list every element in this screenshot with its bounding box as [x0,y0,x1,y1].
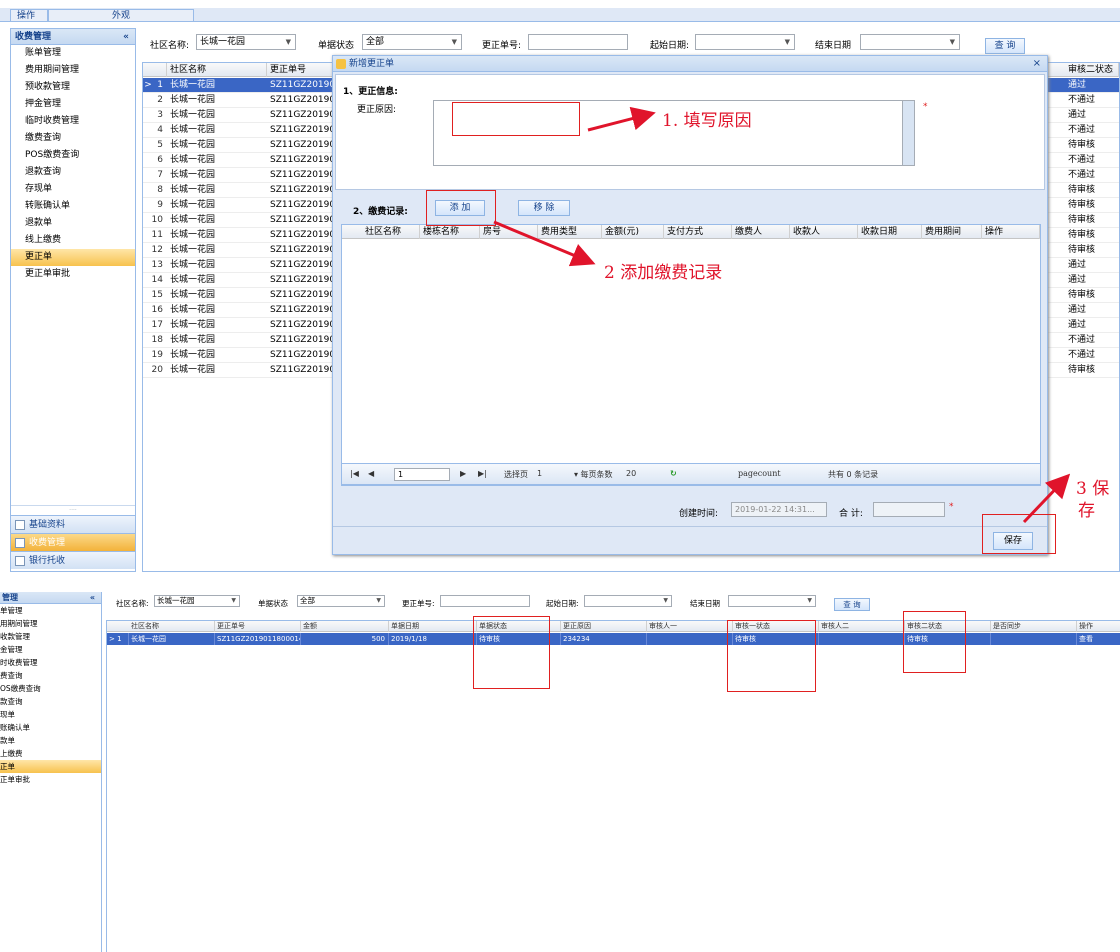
bottom-start-input[interactable]: ▼ [584,595,672,607]
community-value: 长城一花园 [157,596,195,605]
bottom-community-label: 社区名称: [116,599,149,608]
bottom-community-select[interactable]: 长城一花园 ▼ [154,595,240,607]
bottom-start-label: 起始日期: [546,599,579,608]
cell-sync [991,633,1077,645]
cell-action[interactable]: 查看 [1077,633,1120,645]
cell-reason: 234234 [561,633,647,645]
annotation-box-review2 [903,611,966,673]
chevron-down-icon: ▼ [807,597,812,604]
cell-date: 2019/1/18 [389,633,477,645]
chevron-down-icon: ▼ [231,597,236,604]
sidebar-item[interactable]: 单管理 [0,604,101,617]
sidebar-item[interactable]: 金管理 [0,643,101,656]
table-row[interactable]: > 1 长城一花园 SZ11GZ2019011800014 500 2019/1/18 待… [107,633,1120,645]
cell-number: SZ11GZ2019011800014 [217,633,301,645]
chevron-down-icon: ▼ [376,597,381,604]
bottom-header-cell[interactable]: 是否同步 [991,621,1077,632]
annotation-box-review1 [727,620,816,692]
sidebar-item[interactable]: 费查询 [0,669,101,682]
bottom-query-button[interactable]: 查 询 [834,598,870,611]
sidebar-item[interactable]: OS缴费查询 [0,682,101,695]
bottom-correction-grid: 社区名称 更正单号 金额 单据日期 单据状态 更正原因 审核人一 审核一状态 审核人二 审核二状态… [106,620,1120,952]
cell-amount: 500 [301,633,389,645]
top-screenshot: 操作 外观 收费管理 « 账单管理 费用期间管理 预收款管理 押金管理 临时收费管理 缴费… [0,0,1120,572]
bottom-screenshot: 管理 « 单管理 用期间管理 收款管理 金管理 时收费管理 费查询 OS缴费查询 款查询 现单账… [0,582,1120,952]
bottom-status-label: 单据状态 [258,599,288,608]
bottom-header-cell[interactable]: 更正原因 [561,621,647,632]
sidebar-item[interactable]: 正单审批 [0,773,101,786]
annotation-arrows [493,106,1071,524]
bottom-header-cell[interactable]: 审核人一 [647,621,733,632]
bottom-number-label: 更正单号: [402,599,435,608]
bottom-end-input[interactable]: ▼ [728,595,816,607]
collapse-icon[interactable]: « [90,592,95,604]
bottom-header-cell[interactable]: 金额 [301,621,389,632]
bottom-number-input[interactable] [440,595,530,607]
bottom-header-cell[interactable]: 更正单号 [215,621,301,632]
sidebar-item[interactable]: 用期间管理 [0,617,101,630]
bottom-sidebar: 管理 « 单管理 用期间管理 收款管理 金管理 时收费管理 费查询 OS缴费查询 款查询 现单账… [0,592,102,952]
sidebar-item[interactable]: 上缴费 [0,747,101,760]
cell-community: 长城一花园 [129,633,215,645]
annotation-step2: 2 添加缴费记录 [604,263,723,283]
annotation-step3-line2: 存 [1078,501,1095,521]
sidebar-item[interactable]: 款查询 [0,695,101,708]
sidebar-item[interactable]: 正单 [0,760,101,773]
chevron-down-icon: ▼ [663,597,668,604]
cell-reviewer2 [819,633,905,645]
bottom-header-cell[interactable]: 单据日期 [389,621,477,632]
annotation-box-status [473,616,550,689]
bottom-status-select[interactable]: 全部 ▼ [297,595,385,607]
cell-reviewer1 [647,633,733,645]
bottom-sidebar-title: 管理 [2,593,18,602]
bottom-sidebar-header: 管理 « [0,592,101,604]
sidebar-item[interactable]: 收款管理 [0,630,101,643]
bottom-end-label: 结束日期 [690,599,720,608]
sidebar-item[interactable]: 时收费管理 [0,656,101,669]
bottom-header-cell[interactable]: 操作 [1077,621,1120,632]
bottom-header-cell[interactable]: 社区名称 [129,621,215,632]
row-number: > 1 [107,633,129,645]
bottom-header-cell[interactable]: 审核人二 [819,621,905,632]
sidebar-item[interactable]: 账确认单 [0,721,101,734]
sidebar-item[interactable]: 现单 [0,708,101,721]
bottom-grid-header: 社区名称 更正单号 金额 单据日期 单据状态 更正原因 审核人一 审核一状态 审核人二 审核二状态… [107,621,1120,632]
bottom-sidebar-menu: 单管理 用期间管理 收款管理 金管理 时收费管理 费查询 OS缴费查询 款查询 现单 账确认单 款单… [0,604,101,786]
annotation-step1: 1. 填写原因 [662,111,752,131]
sidebar-item[interactable]: 款单 [0,734,101,747]
status-value: 全部 [300,596,315,605]
